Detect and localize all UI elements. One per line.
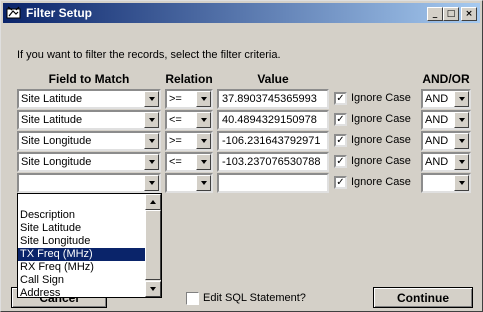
dropdown-arrow-icon[interactable] (144, 154, 159, 170)
ignore-case-label: Ignore Case (351, 113, 411, 125)
dropdown-arrow-icon[interactable] (454, 112, 469, 128)
relation-select-row-4[interactable]: <= (165, 152, 213, 172)
scroll-down-button[interactable] (145, 281, 161, 297)
field-select-value: Site Longitude (21, 135, 92, 147)
minimize-button[interactable]: _ (427, 7, 443, 21)
ignore-case-checkbox-row-5[interactable]: ✓ (334, 176, 347, 189)
list-item-selected[interactable]: TX Freq (MHz) (18, 248, 146, 261)
header-and-or: AND/OR (422, 72, 470, 86)
arrow-down-icon (150, 287, 156, 291)
andor-select-value: AND (425, 156, 449, 168)
scroll-thumb[interactable] (145, 210, 161, 280)
dropdown-arrow-icon[interactable] (454, 133, 469, 149)
maximize-icon: □ (446, 8, 456, 19)
dropdown-options: Description Site Latitude Site Longitude… (18, 209, 146, 297)
header-field-to-match: Field to Match (48, 72, 130, 86)
header-value: Value (257, 72, 289, 86)
ignore-case-checkbox-row-3[interactable]: ✓ (334, 134, 347, 147)
arrow-up-icon (150, 200, 156, 204)
relation-select-value: <= (169, 156, 182, 168)
andor-select-row-4[interactable]: AND (421, 152, 471, 172)
title-bar[interactable]: Filter Setup _ □ × (3, 3, 480, 23)
value-input-row-5[interactable] (217, 173, 329, 193)
list-item[interactable]: RX Freq (MHz) (18, 261, 146, 274)
dropdown-arrow-icon[interactable] (454, 154, 469, 170)
relation-select-row-3[interactable]: >= (165, 131, 213, 151)
ignore-case-checkbox-row-1[interactable]: ✓ (334, 92, 347, 105)
edit-sql-checkbox[interactable] (186, 292, 199, 305)
check-mark-icon: ✓ (336, 155, 345, 167)
value-input-row-4[interactable]: -103.237076530788 (217, 152, 329, 172)
dropdown-arrow-icon[interactable] (454, 175, 469, 191)
field-select-row-3[interactable]: Site Longitude (17, 131, 161, 151)
andor-select-row-1[interactable]: AND (421, 89, 471, 109)
close-icon: × (465, 8, 473, 19)
field-select-value: Site Latitude (21, 114, 83, 126)
dropdown-arrow-icon[interactable] (196, 112, 211, 128)
maximize-button[interactable]: □ (443, 7, 459, 21)
filter-setup-window: Filter Setup _ □ × If you want to filter… (0, 0, 483, 312)
ignore-case-label: Ignore Case (351, 176, 411, 188)
ignore-case-label: Ignore Case (351, 134, 411, 146)
relation-select-row-1[interactable]: >= (165, 89, 213, 109)
scroll-up-button[interactable] (145, 194, 161, 210)
andor-select-value: AND (425, 114, 449, 126)
relation-select-value: >= (169, 93, 182, 105)
minimize-icon: _ (432, 8, 438, 19)
relation-select-value: <= (169, 114, 182, 126)
andor-select-value: AND (425, 135, 449, 147)
dropdown-arrow-icon[interactable] (144, 112, 159, 128)
dropdown-scrollbar[interactable] (145, 194, 161, 297)
check-mark-icon: ✓ (336, 176, 345, 188)
ignore-case-label: Ignore Case (351, 155, 411, 167)
check-mark-icon: ✓ (336, 134, 345, 146)
field-select-row-1[interactable]: Site Latitude (17, 89, 161, 109)
field-select-value: Site Latitude (21, 93, 83, 105)
andor-select-row-2[interactable]: AND (421, 110, 471, 130)
field-select-value: Site Longitude (21, 156, 92, 168)
ignore-case-label: Ignore Case (351, 92, 411, 104)
app-icon (6, 6, 21, 19)
dropdown-arrow-icon[interactable] (454, 91, 469, 107)
list-item[interactable]: Address (18, 287, 146, 297)
dropdown-arrow-icon[interactable] (196, 154, 211, 170)
dropdown-arrow-icon[interactable] (144, 133, 159, 149)
field-select-row-5[interactable] (17, 173, 161, 193)
window-title: Filter Setup (26, 6, 93, 20)
relation-select-value: >= (169, 135, 182, 147)
list-item[interactable]: Description (18, 209, 146, 222)
andor-select-value: AND (425, 93, 449, 105)
edit-sql-label: Edit SQL Statement? (203, 292, 306, 304)
relation-select-row-2[interactable]: <= (165, 110, 213, 130)
value-input-row-2[interactable]: 40.4894329150978 (217, 110, 329, 130)
check-mark-icon: ✓ (336, 113, 345, 125)
dropdown-arrow-icon[interactable] (196, 133, 211, 149)
andor-select-row-5[interactable] (421, 173, 471, 193)
dropdown-arrow-icon[interactable] (144, 91, 159, 107)
field-select-row-4[interactable]: Site Longitude (17, 152, 161, 172)
andor-select-row-3[interactable]: AND (421, 131, 471, 151)
dropdown-arrow-icon[interactable] (196, 175, 211, 191)
continue-button[interactable]: Continue (373, 287, 473, 308)
close-button[interactable]: × (461, 7, 477, 21)
list-item[interactable]: Site Longitude (18, 235, 146, 248)
list-item[interactable]: Call Sign (18, 274, 146, 287)
field-select-row-2[interactable]: Site Latitude (17, 110, 161, 130)
dropdown-arrow-icon[interactable] (196, 91, 211, 107)
relation-select-row-5[interactable] (165, 173, 213, 193)
check-mark-icon: ✓ (336, 92, 345, 104)
value-input-row-3[interactable]: -106.231643792971 (217, 131, 329, 151)
list-item[interactable]: Site Latitude (18, 222, 146, 235)
field-dropdown-list[interactable]: Description Site Latitude Site Longitude… (17, 193, 162, 298)
value-input-row-1[interactable]: 37.8903745365993 (217, 89, 329, 109)
ignore-case-checkbox-row-4[interactable]: ✓ (334, 155, 347, 168)
instructions-text: If you want to filter the records, selec… (17, 49, 281, 61)
dropdown-arrow-icon[interactable] (144, 175, 159, 191)
header-relation: Relation (165, 72, 213, 86)
ignore-case-checkbox-row-2[interactable]: ✓ (334, 113, 347, 126)
